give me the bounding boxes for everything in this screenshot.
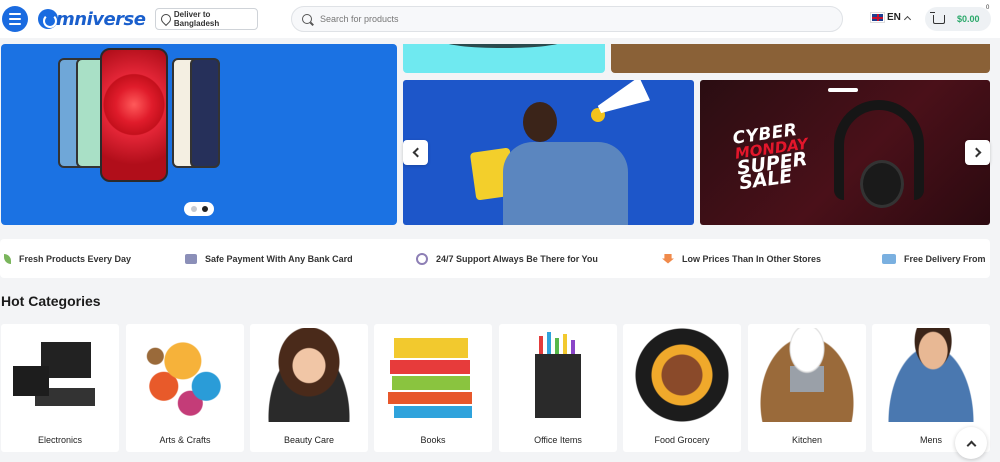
- beauty-care-image: [256, 328, 362, 422]
- food-grocery-image: [629, 328, 735, 422]
- feature-item: 24/7 Support Always Be There for You: [416, 239, 598, 278]
- chevron-up-icon: [903, 15, 911, 23]
- search-input[interactable]: [320, 14, 820, 24]
- phone-navy: [190, 58, 220, 168]
- feature-label: Fresh Products Every Day: [19, 253, 132, 264]
- leaf-icon: [4, 253, 11, 264]
- promo-banner-cyan[interactable]: [403, 44, 605, 73]
- promo-banner-cyber-monday[interactable]: CYBER MONDAY SUPER SALE: [700, 80, 990, 225]
- scroll-to-top-button[interactable]: [955, 427, 987, 459]
- category-label: Food Grocery: [654, 435, 710, 445]
- feature-label: 24/7 Support Always Be There for You: [436, 253, 598, 264]
- slider-dot-2[interactable]: [201, 206, 208, 212]
- person-image: [469, 102, 633, 225]
- arts-crafts-image: [132, 328, 238, 422]
- category-label: Books: [420, 435, 446, 445]
- chevron-up-icon: [966, 440, 976, 450]
- truck-icon: [882, 253, 896, 264]
- cart-icon: [930, 11, 945, 24]
- category-card-books[interactable]: Books: [374, 324, 492, 452]
- site-logo[interactable]: mniverse: [38, 7, 146, 31]
- promo-banner-wood[interactable]: [611, 44, 990, 73]
- deliver-location-button[interactable]: Deliver to Bangladesh: [155, 8, 258, 30]
- site-header: mniverse Deliver to Bangladesh EN $0.00 …: [0, 0, 1000, 38]
- phones-image: [56, 48, 220, 188]
- search-bar: [291, 6, 843, 32]
- chevron-right-icon: [971, 147, 981, 158]
- uk-flag-icon: [870, 12, 885, 23]
- promo-banner-megaphone[interactable]: [403, 80, 694, 225]
- category-label: Electronics: [37, 435, 82, 445]
- category-card-kitchen[interactable]: Kitchen: [748, 324, 866, 452]
- feature-label: Safe Payment With Any Bank Card: [205, 253, 353, 264]
- deliver-label: Deliver to Bangladesh: [173, 10, 220, 28]
- category-card-food-grocery[interactable]: Food Grocery: [623, 324, 741, 452]
- feature-label: Free Delivery From: [904, 253, 986, 264]
- feature-item: Free Delivery From: [882, 239, 986, 278]
- logo-text: mniverse: [56, 8, 146, 30]
- chevron-left-icon: [412, 147, 422, 158]
- carousel-next-button[interactable]: [965, 140, 990, 165]
- office-items-image: [505, 328, 611, 422]
- slider-dot-1[interactable]: [190, 206, 197, 212]
- mens-image: [878, 328, 984, 422]
- electronics-image: [7, 328, 113, 422]
- cart-total: $0.00: [957, 14, 980, 24]
- category-card-arts-crafts[interactable]: Arts & Crafts: [126, 324, 244, 452]
- hero-banner-phones[interactable]: [1, 44, 397, 225]
- feature-item: Low Prices Than In Other Stores: [662, 239, 821, 278]
- feature-label: Low Prices Than In Other Stores: [682, 253, 822, 264]
- cart-count-badge: 0: [986, 5, 990, 11]
- category-card-beauty-care[interactable]: Beauty Care: [250, 324, 368, 452]
- cyber-monday-text: CYBER MONDAY SUPER SALE: [732, 120, 813, 194]
- cyber-tag: [828, 88, 858, 92]
- features-strip: Fresh Products Every Day Safe Payment Wi…: [0, 239, 990, 278]
- slider-dots: [184, 202, 214, 216]
- category-label: Office Items: [534, 435, 582, 445]
- headphones-ear-cup: [860, 160, 904, 208]
- language-selector[interactable]: EN: [870, 12, 911, 23]
- category-label: Beauty Care: [283, 435, 335, 445]
- books-image: [380, 328, 486, 422]
- category-card-electronics[interactable]: Electronics: [1, 324, 119, 452]
- location-pin-icon: [161, 14, 169, 24]
- kitchen-image: [754, 328, 860, 422]
- feature-item: Fresh Products Every Day: [4, 239, 131, 278]
- section-title-hot-categories: Hot Categories: [1, 293, 101, 309]
- person-body: [503, 142, 628, 225]
- feature-item: Safe Payment With Any Bank Card: [185, 239, 353, 278]
- logo-mark-icon: [38, 9, 58, 29]
- phone-red: [100, 48, 168, 182]
- person-head: [523, 102, 557, 142]
- category-label: Arts & Crafts: [159, 435, 211, 445]
- search-icon[interactable]: [302, 14, 312, 24]
- category-card-office-items[interactable]: Office Items: [499, 324, 617, 452]
- language-label: EN: [887, 12, 901, 23]
- category-label: Kitchen: [791, 435, 823, 445]
- price-down-icon: [662, 253, 674, 264]
- menu-icon[interactable]: [2, 6, 28, 32]
- carousel-prev-button[interactable]: [403, 140, 428, 165]
- card-icon: [185, 253, 197, 264]
- support-icon: [416, 252, 428, 265]
- cart-button[interactable]: $0.00: [925, 7, 991, 31]
